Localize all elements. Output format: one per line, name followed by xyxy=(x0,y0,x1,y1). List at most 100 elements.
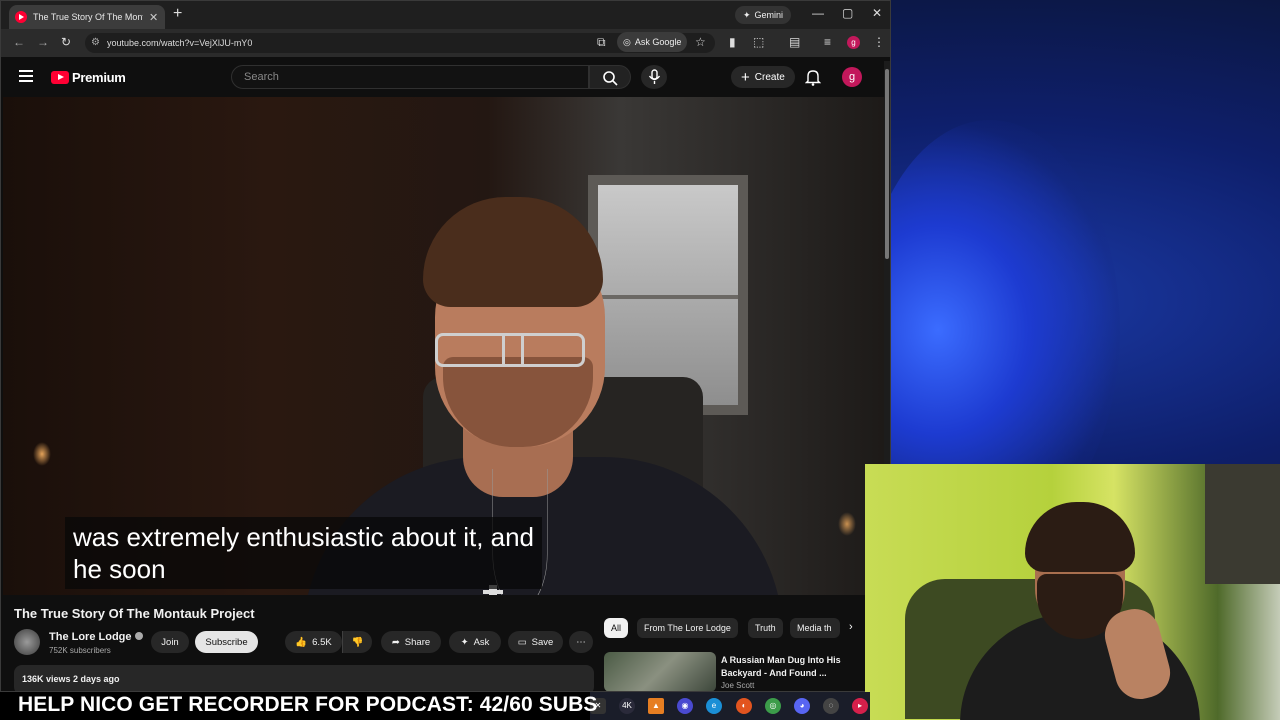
chip-media[interactable]: Media th xyxy=(790,618,840,638)
chip-truth[interactable]: Truth xyxy=(748,618,783,638)
share-label: Share xyxy=(404,636,431,648)
channel-name[interactable]: The Lore Lodge xyxy=(49,631,143,643)
voice-search-button[interactable] xyxy=(641,65,667,89)
webcam-window-frame xyxy=(1205,464,1280,584)
back-icon[interactable]: ← xyxy=(13,35,25,49)
app-red-icon[interactable]: ▸ xyxy=(852,698,868,714)
video-captions: was extremely enthusiastic about it, and… xyxy=(65,517,543,589)
microphone-icon xyxy=(648,69,661,84)
obs-icon[interactable]: ◌ xyxy=(823,698,839,714)
ask-google-button[interactable]: ◎ Ask Google xyxy=(617,32,688,52)
youtube-account-avatar[interactable]: g xyxy=(842,67,862,87)
install-app-icon[interactable]: ⧉ xyxy=(597,35,606,50)
save-button[interactable]: ▭ Save xyxy=(508,631,563,653)
gemini-button[interactable]: ✦ Gemini xyxy=(735,6,792,24)
plus-icon: + xyxy=(741,68,750,86)
tab-title: The True Story Of The Montauk Project xyxy=(33,12,143,22)
ask-label: Ask xyxy=(473,636,490,648)
channel-name-text: The Lore Lodge xyxy=(49,631,132,643)
kebab-menu-icon[interactable]: ⋮ xyxy=(873,35,885,49)
notifications-bell-icon[interactable] xyxy=(805,68,821,86)
reload-icon[interactable]: ↻ xyxy=(61,35,71,49)
presenter-hair xyxy=(423,197,603,307)
background-lamp-right xyxy=(838,512,856,536)
thumbs-down-icon: 👎 xyxy=(351,636,364,648)
gemini-label: Gemini xyxy=(754,10,784,20)
streamer-hair xyxy=(1025,502,1135,572)
youtube-play-icon xyxy=(51,71,69,84)
scrollbar-thumb[interactable] xyxy=(885,69,889,259)
banner-text: HELP NICO GET RECORDER FOR PODCAST: 42/6… xyxy=(18,693,598,716)
firefox-icon[interactable]: ◐ xyxy=(736,698,752,714)
recommendation-title[interactable]: A Russian Man Dug Into His Backyard - An… xyxy=(721,654,846,680)
youtube-header: Premium Search + Create g xyxy=(1,58,886,96)
split-view-icon[interactable]: ▤ xyxy=(789,35,800,49)
extension-icon[interactable]: ▮ xyxy=(729,35,736,49)
view-count-and-date: 136K views 2 days ago xyxy=(22,674,120,684)
share-button[interactable]: ➦ Share xyxy=(381,631,441,653)
create-button[interactable]: + Create xyxy=(731,66,795,88)
close-window-icon[interactable]: ✕ xyxy=(872,6,882,20)
browser-window: The True Story Of The Montauk Project ✕ … xyxy=(0,0,891,692)
chip-all[interactable]: All xyxy=(604,618,629,638)
browser-profile-avatar[interactable]: g xyxy=(847,36,860,49)
join-button[interactable]: Join xyxy=(151,631,189,653)
share-arrow-icon: ➦ xyxy=(391,636,400,648)
chip-from-channel[interactable]: From The Lore Lodge xyxy=(637,618,738,638)
logo-text: Premium xyxy=(72,70,126,85)
ask-button[interactable]: ✦ Ask xyxy=(449,631,501,653)
dislike-button[interactable]: 👎 xyxy=(342,631,372,653)
more-actions-button[interactable]: ⋯ xyxy=(569,631,593,653)
tab-strip: The True Story Of The Montauk Project ✕ … xyxy=(1,1,890,29)
caption-line-1: was extremely enthusiastic about it, and xyxy=(73,522,535,552)
verified-badge-icon xyxy=(134,632,143,640)
bookmark-star-icon[interactable]: ☆ xyxy=(695,35,706,49)
discord-icon[interactable]: ◕ xyxy=(794,698,810,714)
minimize-icon[interactable]: — xyxy=(812,6,824,20)
presenter-glasses xyxy=(435,333,585,367)
like-button[interactable]: 👍 6.5K xyxy=(285,631,342,653)
recommendation-thumbnail[interactable] xyxy=(604,652,716,691)
taskbar-4k-icon[interactable]: 4K xyxy=(619,698,635,714)
search-button[interactable] xyxy=(589,65,631,89)
caption-line-2: he soon xyxy=(73,554,166,584)
youtube-logo[interactable]: Premium xyxy=(51,70,126,85)
search-input[interactable]: Search xyxy=(231,65,589,89)
recommendation-channel[interactable]: Joe Scott xyxy=(721,681,754,690)
video-title: The True Story Of The Montauk Project xyxy=(14,606,255,621)
bookmark-icon: ▭ xyxy=(517,636,527,648)
vlc-icon[interactable]: ▲ xyxy=(648,698,664,714)
background-lamp xyxy=(33,442,51,466)
sparkle-icon: ✦ xyxy=(743,9,751,20)
save-label: Save xyxy=(531,636,554,648)
tab-close-icon[interactable]: ✕ xyxy=(149,11,158,24)
media-icon[interactable]: ≡ xyxy=(824,35,831,49)
more-horizontal-icon: ⋯ xyxy=(576,636,586,648)
subscriber-count: 752K subscribers xyxy=(49,646,111,655)
video-player[interactable]: was extremely enthusiastic about it, and… xyxy=(3,97,884,595)
webcam-overlay xyxy=(865,464,1280,720)
chrome-icon[interactable]: ◎ xyxy=(765,698,781,714)
chevron-right-icon[interactable]: › xyxy=(849,621,853,633)
proton-icon[interactable]: ◉ xyxy=(677,698,693,714)
tab-youtube[interactable]: The True Story Of The Montauk Project ✕ xyxy=(9,5,165,29)
youtube-favicon-icon xyxy=(15,11,27,23)
ask-google-label: Ask Google xyxy=(634,37,682,47)
like-count: 6.5K xyxy=(312,636,332,648)
new-tab-icon[interactable]: + xyxy=(173,5,182,23)
channel-avatar[interactable] xyxy=(14,629,40,655)
browser-toolbar: ← → ↻ ⚙ youtube.com/watch?v=VejXlJU-mY0 … xyxy=(1,29,890,57)
edge-icon[interactable]: e xyxy=(706,698,722,714)
subscribe-button[interactable]: Subscribe xyxy=(195,631,258,653)
url-text: youtube.com/watch?v=VejXlJU-mY0 xyxy=(107,38,253,48)
thumbs-up-icon: 👍 xyxy=(295,636,308,648)
maximize-icon[interactable]: ▢ xyxy=(842,6,853,20)
sparkle-icon: ✦ xyxy=(460,636,469,648)
puzzle-icon[interactable]: ⬚ xyxy=(753,35,764,49)
forward-icon[interactable]: → xyxy=(37,35,49,49)
site-info-icon[interactable]: ⚙ xyxy=(91,37,100,48)
search-icon xyxy=(603,71,618,86)
create-label: Create xyxy=(754,71,785,83)
hamburger-menu-icon[interactable] xyxy=(19,70,33,82)
google-lens-icon: ◎ xyxy=(623,36,631,47)
